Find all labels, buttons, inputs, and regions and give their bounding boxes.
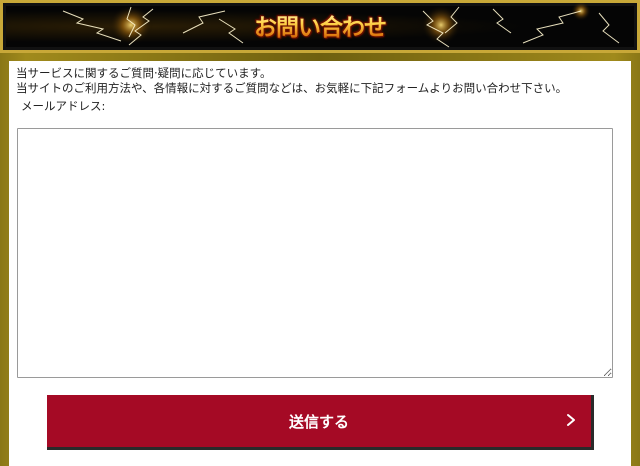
page-title: お問い合わせ [3,8,637,42]
intro-line: 当サイトのご利用方法や、各情報に対するご質問などは、お気軽に下記フォームよりお問… [16,81,568,95]
email-label: メールアドレス: [21,99,106,113]
page-header: お問い合わせ [0,0,640,53]
message-textarea[interactable] [17,128,613,378]
chevron-right-icon [567,414,575,426]
intro-line: 当サービスに関するご質問·疑問に応じています。 [16,66,272,80]
intro-text: 当サービスに関するご質問·疑問に応じています。 当サイトのご利用方法や、各情報に… [16,66,567,96]
contact-form-panel: 当サービスに関するご質問·疑問に応じています。 当サイトのご利用方法や、各情報に… [9,61,631,466]
submit-button[interactable]: 送信する [47,395,594,450]
submit-button-label: 送信する [288,413,349,431]
